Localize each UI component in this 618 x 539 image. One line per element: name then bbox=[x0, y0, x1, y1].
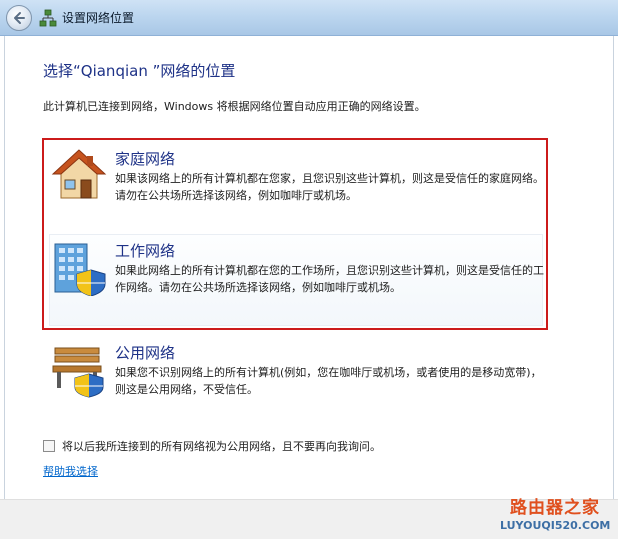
option-work-network[interactable]: 工作网络 如果此网络上的所有计算机都在您的工作场所，且您识别这些计算机，则这是受… bbox=[51, 240, 544, 304]
watermark-line2: LUYOUQI520.COM bbox=[500, 519, 611, 532]
window-title: 设置网络位置 bbox=[62, 11, 135, 25]
help-me-choose-link[interactable]: 帮助我选择 bbox=[43, 463, 98, 479]
title-bar: 设置网络位置 bbox=[0, 0, 618, 36]
back-button[interactable] bbox=[6, 5, 32, 31]
option-public-title: 公用网络 bbox=[115, 344, 176, 362]
office-building-shield-icon bbox=[54, 243, 106, 296]
park-bench-shield-icon bbox=[52, 347, 104, 398]
watermark-line1: 路由器之家 bbox=[510, 498, 600, 518]
option-work-description: 如果此网络上的所有计算机都在您的工作场所，且您识别这些计算机，则这是受信任的工作… bbox=[115, 264, 544, 294]
network-icon bbox=[39, 9, 57, 27]
house-icon bbox=[51, 149, 107, 199]
treat-all-public-checkbox[interactable] bbox=[43, 440, 55, 452]
option-home-network[interactable]: 家庭网络 如果该网络上的所有计算机都在您家，且您识别这些计算机，则这是受信任的家… bbox=[51, 148, 544, 212]
watermark-logo: 路由器之家 LUYOUQI520.COM bbox=[500, 497, 610, 537]
option-work-title: 工作网络 bbox=[115, 242, 176, 260]
option-home-title: 家庭网络 bbox=[115, 150, 176, 168]
treat-all-public-label[interactable]: 将以后我所连接到的所有网络视为公用网络，且不要再向我询问。 bbox=[62, 438, 381, 454]
option-home-description: 如果该网络上的所有计算机都在您家，且您识别这些计算机，则这是受信任的家庭网络。请… bbox=[115, 172, 544, 202]
treat-all-public-checkbox-row[interactable]: 将以后我所连接到的所有网络视为公用网络，且不要再向我询问。 bbox=[43, 438, 381, 454]
option-public-description: 如果您不识别网络上的所有计算机(例如，您在咖啡厅或机场，或者使用的是移动宽带)，… bbox=[115, 366, 542, 396]
option-public-network[interactable]: 公用网络 如果您不识别网络上的所有计算机(例如，您在咖啡厅或机场，或者使用的是移… bbox=[51, 342, 542, 406]
back-arrow-icon bbox=[14, 12, 25, 24]
page-heading: 选择“Qianqian ”网络的位置 bbox=[43, 62, 236, 80]
page-description: 此计算机已连接到网络，Windows 将根据网络位置自动应用正确的网络设置。 bbox=[43, 100, 426, 113]
content-area: 选择“Qianqian ”网络的位置 此计算机已连接到网络，Windows 将根… bbox=[4, 36, 614, 499]
